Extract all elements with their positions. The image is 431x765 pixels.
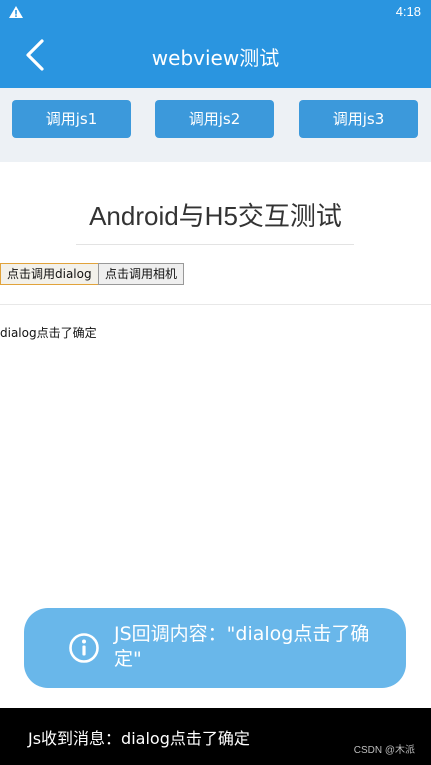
- toast-message: JS回调内容："dialog点击了确定": [114, 623, 370, 670]
- js-button-row: 调用js1 调用js2 调用js3: [0, 88, 431, 162]
- info-toast: JS回调内容："dialog点击了确定": [24, 608, 406, 688]
- call-camera-button[interactable]: 点击调用相机: [98, 263, 185, 285]
- web-heading: Android与H5交互测试: [89, 201, 342, 231]
- result-text: dialog点击了确定: [0, 326, 97, 340]
- app-bar: webview测试: [0, 24, 431, 88]
- call-js2-button[interactable]: 调用js2: [155, 100, 274, 138]
- page-title: webview测试: [151, 46, 280, 70]
- status-bar: 4:18: [0, 0, 431, 24]
- content-divider: [0, 304, 431, 305]
- call-js3-button[interactable]: 调用js3: [299, 100, 418, 138]
- status-time: 4:18: [395, 4, 421, 19]
- watermark: CSDN @木派: [353, 745, 415, 756]
- heading-divider: [76, 244, 354, 245]
- call-js1-button[interactable]: 调用js1: [12, 100, 131, 138]
- info-icon: [68, 632, 100, 668]
- warning-icon: [8, 4, 24, 23]
- call-dialog-button[interactable]: 点击调用dialog: [0, 263, 99, 285]
- snackbar: Js收到消息：dialog点击了确定 CSDN @木派: [0, 708, 431, 765]
- snackbar-message: Js收到消息：dialog点击了确定: [28, 729, 250, 748]
